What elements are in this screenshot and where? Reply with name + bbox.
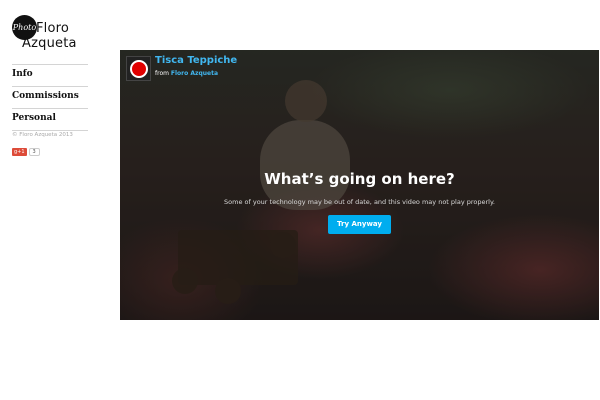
social-share: g+1 3 xyxy=(12,148,40,157)
video-player[interactable]: Tisca Teppiche from Floro Azqueta What’s… xyxy=(120,50,599,320)
logo-name: Floro Azqueta xyxy=(22,21,77,51)
video-byline: from Floro Azqueta xyxy=(155,70,218,77)
copyright-text: © Floro Azqueta 2013 xyxy=(12,132,73,138)
outdated-warning: What’s going on here? Some of your techn… xyxy=(120,168,599,234)
try-anyway-button[interactable]: Try Anyway xyxy=(328,215,391,234)
record-icon xyxy=(130,60,148,78)
google-plus-count: 3 xyxy=(28,148,40,156)
video-title[interactable]: Tisca Teppiche xyxy=(155,55,237,66)
byline-prefix: from xyxy=(155,70,169,77)
site-logo[interactable]: Photo Floro Azqueta xyxy=(12,13,87,57)
nav-item-info[interactable]: Info xyxy=(12,64,88,86)
logo-name-line1: Floro xyxy=(36,21,70,36)
author-link[interactable]: Floro Azqueta xyxy=(171,70,218,77)
logo-name-line2: Azqueta xyxy=(22,36,77,51)
warning-message: Some of your technology may be out of da… xyxy=(224,198,495,206)
nav-item-personal[interactable]: Personal xyxy=(12,108,88,131)
google-plus-icon[interactable]: g+1 xyxy=(12,148,27,156)
nav-item-commissions[interactable]: Commissions xyxy=(12,86,88,108)
sidebar-nav: Info Commissions Personal xyxy=(12,64,88,131)
author-portrait[interactable] xyxy=(126,56,151,81)
warning-headline: What’s going on here? xyxy=(264,170,455,188)
